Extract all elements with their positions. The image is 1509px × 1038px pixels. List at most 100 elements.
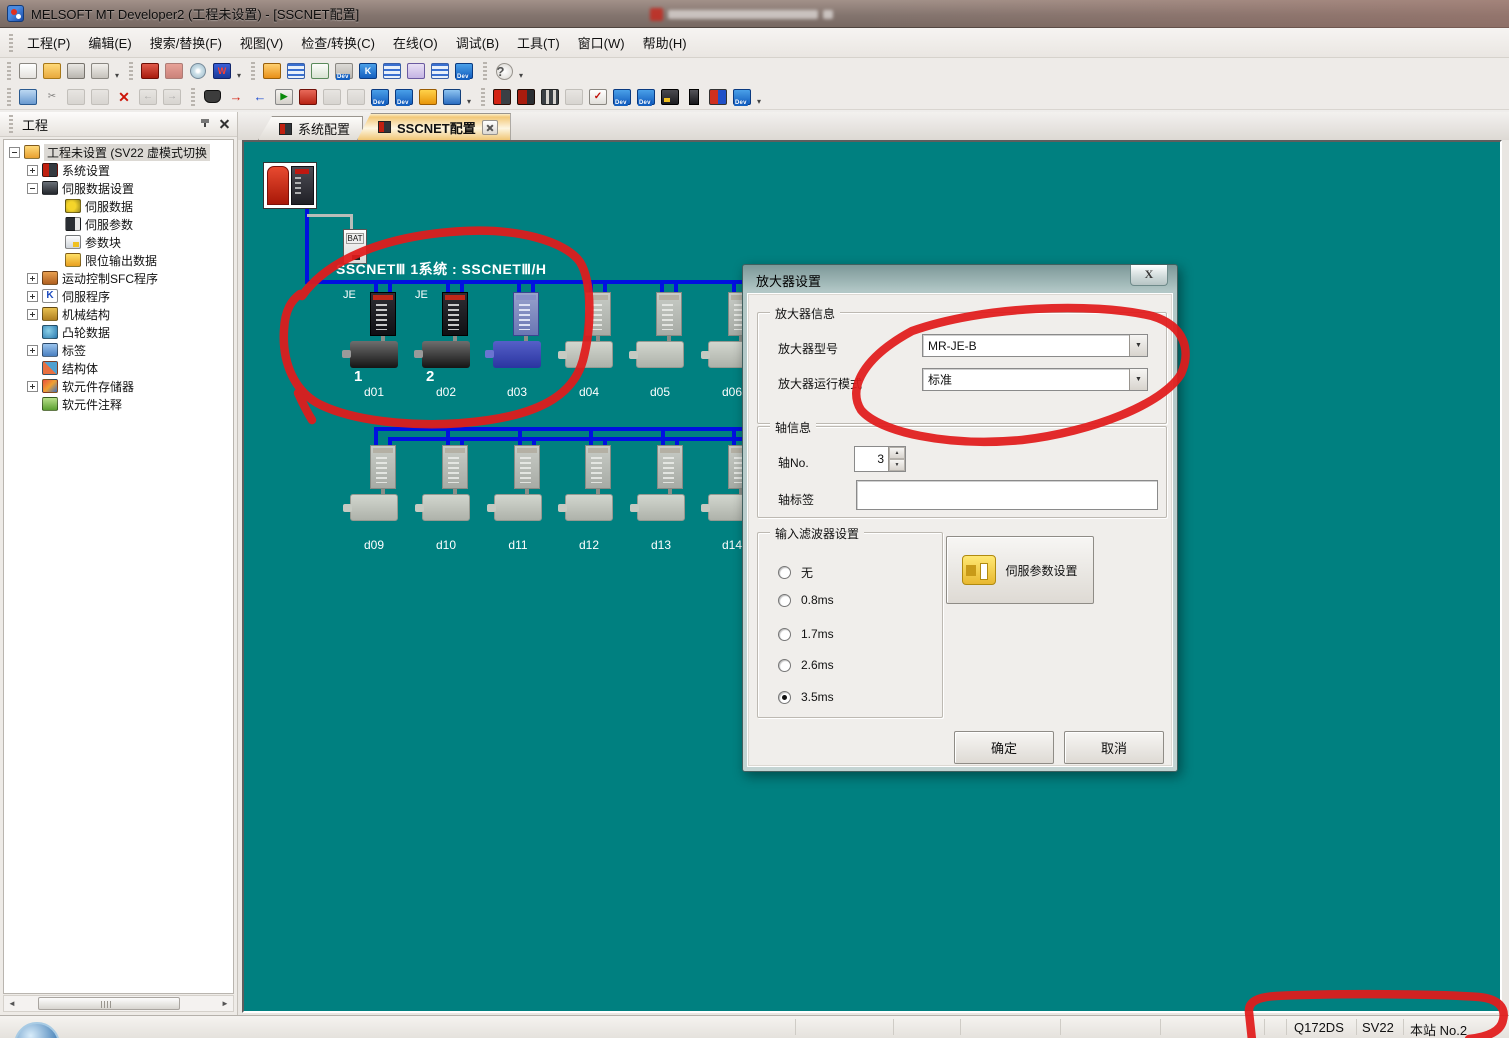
- menu-project[interactable]: 工程(P): [18, 29, 79, 56]
- tab-sscnet-config[interactable]: SSCNET配置: [357, 113, 511, 140]
- tree-item-root[interactable]: 工程未设置 (SV22 虚模式切换: [4, 143, 233, 161]
- tree-item-servo-parameter[interactable]: 伺服参数: [4, 215, 233, 233]
- scrollbar-thumb[interactable]: [38, 997, 180, 1010]
- toolbar-overflow-icon[interactable]: ▾: [754, 97, 764, 106]
- toolbar-overflow-icon[interactable]: ▾: [234, 71, 244, 80]
- amp-model-combobox[interactable]: MR-JE-B ▼: [922, 334, 1148, 357]
- tree-item-limit-output-data[interactable]: 限位输出数据: [4, 251, 233, 269]
- help-button[interactable]: ?: [492, 60, 516, 82]
- spin-down-icon[interactable]: ▼: [889, 459, 905, 471]
- cut-button[interactable]: ✂: [40, 86, 64, 108]
- radio-selected-icon[interactable]: [778, 691, 791, 704]
- radio-icon[interactable]: [778, 628, 791, 641]
- menu-window[interactable]: 窗口(W): [569, 29, 634, 56]
- menu-edit[interactable]: 编辑(E): [79, 29, 140, 56]
- convert-disabled-button[interactable]: [562, 86, 586, 108]
- cross-reference-button[interactable]: [404, 60, 428, 82]
- list-view-button[interactable]: [380, 60, 404, 82]
- motion-cpu-module[interactable]: [263, 162, 317, 209]
- expand-icon[interactable]: [27, 345, 38, 356]
- tree-item-machine-structure[interactable]: 机械结构: [4, 305, 233, 323]
- device-d02[interactable]: JE 2 d02: [410, 292, 482, 402]
- find-prev-button[interactable]: ←: [248, 86, 272, 108]
- expand-icon[interactable]: [27, 165, 38, 176]
- device-search-button[interactable]: [296, 86, 320, 108]
- amp-mode-combobox[interactable]: 标准 ▼: [922, 368, 1148, 391]
- grid-monitor-button[interactable]: [706, 86, 730, 108]
- ok-button[interactable]: 确定: [954, 731, 1054, 764]
- tree-item-servo-data-settings[interactable]: 伺服数据设置: [4, 179, 233, 197]
- tree-item-cam-data[interactable]: 凸轮数据: [4, 323, 233, 341]
- device-menu-button[interactable]: Dev: [452, 60, 476, 82]
- expand-icon[interactable]: [27, 291, 38, 302]
- device-d01[interactable]: JE 1 d01: [338, 292, 410, 402]
- dialog-close-button[interactable]: X: [1130, 265, 1168, 286]
- device-d05[interactable]: d05: [624, 292, 696, 402]
- collapse-icon[interactable]: [27, 183, 38, 194]
- menu-check-convert[interactable]: 检查/转换(C): [292, 29, 384, 56]
- device-k-button[interactable]: K: [356, 60, 380, 82]
- amp-monitor-button[interactable]: [138, 60, 162, 82]
- tree-item-servo-program[interactable]: K 伺服程序: [4, 287, 233, 305]
- axis-no-spinner[interactable]: 3 ▲ ▼: [854, 446, 906, 472]
- scroll-right-icon[interactable]: ►: [217, 999, 233, 1008]
- jump-button[interactable]: [416, 86, 440, 108]
- search-disabled2-button[interactable]: [344, 86, 368, 108]
- radio-icon[interactable]: [778, 594, 791, 607]
- find-next-button[interactable]: →: [224, 86, 248, 108]
- open-project-button[interactable]: [40, 60, 64, 82]
- filter-option-none[interactable]: 无: [778, 564, 813, 581]
- project-view-button[interactable]: [260, 60, 284, 82]
- toolbar-overflow-icon[interactable]: ▾: [464, 97, 474, 106]
- menu-search-replace[interactable]: 搜索/替换(F): [141, 29, 231, 56]
- device-small-button[interactable]: Dev: [730, 86, 754, 108]
- search-disabled-button[interactable]: [320, 86, 344, 108]
- device-d09[interactable]: d09: [338, 445, 410, 555]
- device-find-button[interactable]: Dev: [368, 86, 392, 108]
- filter-option-1-7ms[interactable]: 1.7ms: [778, 627, 834, 641]
- toolbar-overflow-icon[interactable]: ▾: [112, 71, 122, 80]
- amplifier-setting-dialog[interactable]: 放大器设置 X 放大器信息 放大器型号 MR-JE-B ▼ 放大器运行模式 标准…: [742, 264, 1178, 772]
- tab-close-icon[interactable]: [482, 120, 498, 135]
- tree-item-device-comment[interactable]: 软元件注释: [4, 395, 233, 413]
- module-button[interactable]: [682, 86, 706, 108]
- amplifier-pair-button[interactable]: [538, 86, 562, 108]
- tree-item-system-settings[interactable]: 系统设置: [4, 161, 233, 179]
- tree-item-parameter-block[interactable]: 参数块: [4, 233, 233, 251]
- expand-icon[interactable]: [27, 273, 38, 284]
- save-project-button[interactable]: [64, 60, 88, 82]
- tree-item-label[interactable]: 标签: [4, 341, 233, 359]
- flag-search-button[interactable]: ▶: [272, 86, 296, 108]
- amp-setup-button[interactable]: [162, 60, 186, 82]
- redo-button[interactable]: →: [160, 86, 184, 108]
- menu-help[interactable]: 帮助(H): [634, 29, 696, 56]
- amplifier-red-button[interactable]: [490, 86, 514, 108]
- radio-icon[interactable]: [778, 566, 791, 579]
- filter-option-3-5ms[interactable]: 3.5ms: [778, 690, 834, 704]
- spin-up-icon[interactable]: ▲: [889, 447, 905, 459]
- delete-button[interactable]: ✕: [112, 86, 136, 108]
- device-d11[interactable]: d11: [482, 445, 554, 555]
- tree-item-motion-sfc-program[interactable]: 运动控制SFC程序: [4, 269, 233, 287]
- paste-button[interactable]: [88, 86, 112, 108]
- dropdown-arrow-icon[interactable]: ▼: [1129, 369, 1147, 390]
- servo-parameter-setting-button[interactable]: 伺服参数设置: [946, 536, 1094, 604]
- menu-view[interactable]: 视图(V): [231, 29, 292, 56]
- device-batch2-button[interactable]: Dev: [634, 86, 658, 108]
- device-d10[interactable]: d10: [410, 445, 482, 555]
- menu-debug[interactable]: 调试(B): [447, 29, 508, 56]
- device-d03-selected[interactable]: d03: [481, 292, 553, 402]
- program-check-button[interactable]: ✓: [586, 86, 610, 108]
- dropdown-arrow-icon[interactable]: ▼: [1129, 335, 1147, 356]
- amplifier-dark-button[interactable]: [514, 86, 538, 108]
- waveform-trace-button[interactable]: W: [210, 60, 234, 82]
- copy-button[interactable]: [64, 86, 88, 108]
- undo-button[interactable]: ←: [136, 86, 160, 108]
- device-d13[interactable]: d13: [625, 445, 697, 555]
- menu-tools[interactable]: 工具(T): [508, 29, 569, 56]
- device-d04[interactable]: d04: [553, 292, 625, 402]
- device-list-disabled-button[interactable]: Dev: [332, 60, 356, 82]
- export-disk-button[interactable]: [186, 60, 210, 82]
- tree-item-structure[interactable]: 结构体: [4, 359, 233, 377]
- tab-system-config[interactable]: 系统配置: [258, 116, 363, 140]
